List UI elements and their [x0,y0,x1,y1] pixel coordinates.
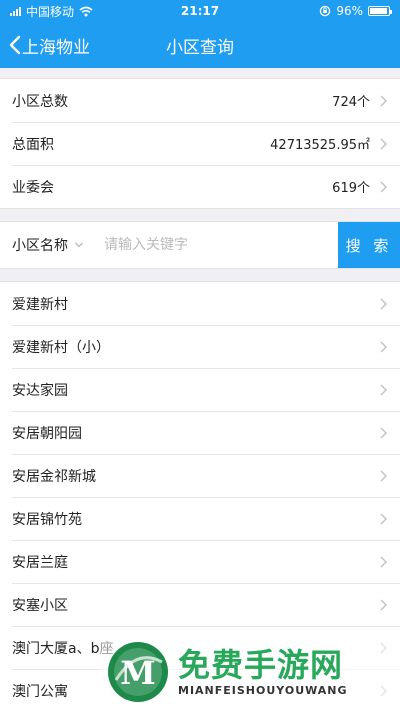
signal-icon [10,6,21,16]
stat-value: 724个 [332,95,370,110]
stat-row-total-area[interactable]: 总面积 42713525.95㎡ [0,122,400,165]
list-item-label: 安塞小区 [12,597,68,614]
search-bar: 小区名称 搜 索 [0,221,400,269]
search-filter-dropdown[interactable]: 小区名称 [0,222,98,268]
carrier-label: 中国移动 [26,4,75,19]
wifi-icon [79,6,93,16]
list-item-label: 澳门大厦a、b座 [12,640,114,657]
search-button[interactable]: 搜 索 [338,222,400,268]
list-item-label: 安达家园 [12,382,68,399]
battery-percent: 96% [336,4,363,18]
nav-bar: 上海物业 小区查询 [0,22,400,68]
list-item-label: 安居金祁新城 [12,468,96,485]
list-item-label: 爱建新村 [12,296,68,313]
chevron-left-icon [9,35,21,55]
search-filter-label: 小区名称 [12,238,68,254]
list-item-label: 安居兰庭 [12,554,68,571]
chevron-right-icon [380,180,388,193]
list-item[interactable]: 安居兰庭 [0,540,400,583]
list-item[interactable]: 爱建新村 [0,282,400,325]
stat-value: 619个 [332,181,370,196]
stat-row-total-count[interactable]: 小区总数 724个 [0,79,400,122]
list-item-label: 爱建新村（小） [12,339,110,356]
list-item[interactable]: 安塞小区 [0,583,400,626]
community-list: 爱建新村爱建新村（小） 安达家园安居朝阳园安居金祁新城 安居锦竹苑安居兰庭安塞小区澳… [0,281,400,711]
list-item[interactable]: 安达家园 [0,368,400,411]
chevron-right-icon [380,383,388,396]
chevron-right-icon [380,684,388,697]
stat-value: 42713525.95㎡ [270,138,370,153]
chevron-right-icon [380,297,388,310]
status-left: 中国移动 [10,3,93,20]
chevron-right-icon [380,426,388,439]
list-item[interactable]: 爱建新村（小） [0,325,400,368]
list-item-label: 澳门公寓 [12,683,68,700]
chevron-right-icon [380,555,388,568]
list-item[interactable]: 安居朝阳园 [0,411,400,454]
chevron-right-icon [380,598,388,611]
chevron-right-icon [380,512,388,525]
chevron-right-icon [380,641,388,654]
back-button[interactable]: 上海物业 [0,33,90,58]
chevron-right-icon [380,137,388,150]
chevron-right-icon [380,469,388,482]
list-item[interactable]: 澳门公寓 [0,669,400,711]
list-item-label: 安居锦竹苑 [12,511,82,528]
list-item[interactable]: 安居锦竹苑 [0,497,400,540]
stat-label: 总面积 [12,136,54,153]
list-item[interactable]: 安居金祁新城 [0,454,400,497]
search-input[interactable] [98,222,338,268]
chevron-right-icon [380,94,388,107]
status-right: 96% [319,4,392,18]
battery-icon [368,6,392,16]
stat-label: 业委会 [12,179,54,196]
stats-group: 小区总数 724个 总面积 42713525.95㎡ 业委会 619个 [0,78,400,209]
battery-fill [370,8,388,14]
rotation-lock-icon [320,5,331,17]
back-label: 上海物业 [22,37,90,58]
list-item-label: 安居朝阳园 [12,425,82,442]
stat-label: 小区总数 [12,93,68,110]
status-bar: 中国移动 21:17 96% [0,0,400,22]
stat-row-owner-committee[interactable]: 业委会 619个 [0,165,400,208]
list-item[interactable]: 澳门大厦a、b座 [0,626,400,669]
chevron-down-icon [75,242,83,248]
chevron-right-icon [380,340,388,353]
